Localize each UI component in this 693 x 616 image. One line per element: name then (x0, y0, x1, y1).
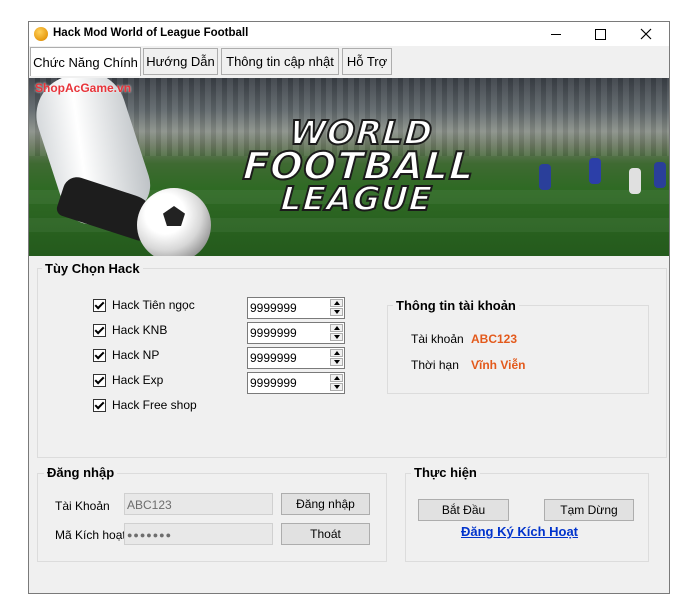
term-label: Thời hạn (411, 358, 459, 372)
stepper-down-button[interactable] (330, 333, 343, 341)
checkbox-label: Hack Tiên ngọc (112, 298, 195, 312)
stepper-down-button[interactable] (330, 358, 343, 366)
window-title: Hack Mod World of League Football (53, 27, 249, 39)
tab-update-info[interactable]: Thông tin cập nhật (221, 48, 339, 75)
tab-strip: Chức Năng Chính Hướng Dẫn Thông tin cập … (29, 47, 669, 77)
minimize-button[interactable] (533, 22, 578, 46)
number-stepper[interactable]: 9999999 (247, 297, 345, 319)
maximize-icon (595, 28, 606, 40)
tab-main-functions[interactable]: Chức Năng Chính (30, 47, 141, 76)
arrow-down-icon (333, 310, 340, 314)
logo-line-3: LEAGUE (279, 178, 435, 219)
stepper-down-button[interactable] (330, 383, 343, 391)
close-icon (640, 28, 651, 40)
term-value: Vĩnh Viễn (471, 358, 526, 372)
stepper-value[interactable]: 9999999 (250, 326, 297, 340)
arrow-down-icon (333, 385, 340, 389)
register-activation-link[interactable]: Đăng Ký Kích Hoạt (461, 524, 578, 539)
actions-title: Thực hiện (411, 465, 480, 480)
arrow-down-icon (333, 335, 340, 339)
maximize-button[interactable] (578, 22, 623, 46)
football-icon (137, 188, 211, 256)
account-label: Tài khoản (411, 332, 464, 346)
app-icon (34, 27, 48, 41)
watermark-logo: ShopAcGame.vn (35, 81, 132, 95)
login-title: Đăng nhập (44, 465, 118, 480)
account-field[interactable]: ABC123 (124, 493, 273, 515)
activation-code-label: Mã Kích hoạt (55, 528, 126, 542)
checkbox[interactable] (93, 323, 106, 337)
checkbox-row[interactable]: Hack Tiên ngọc (93, 297, 195, 313)
tab-guide[interactable]: Hướng Dẫn (143, 48, 218, 75)
checkbox-label: Hack KNB (112, 323, 168, 337)
banner-image: ShopAcGame.vn WORLD FOOTBALL LEAGUE (29, 78, 669, 256)
arrow-up-icon (333, 326, 340, 330)
checkbox-label: Hack Exp (112, 373, 164, 387)
start-button[interactable]: Bắt Đầu (418, 499, 509, 521)
stepper-value[interactable]: 9999999 (250, 351, 297, 365)
minimize-icon (550, 33, 561, 35)
account-value: ABC123 (471, 332, 518, 346)
activation-code-field[interactable]: ●●●●●●● (124, 523, 273, 545)
stepper-up-button[interactable] (330, 299, 343, 307)
close-button[interactable] (623, 22, 668, 46)
pause-button[interactable]: Tạm Dừng (544, 499, 634, 521)
arrow-up-icon (333, 351, 340, 355)
player-figure (539, 164, 551, 190)
checkbox[interactable] (93, 298, 106, 312)
stepper-up-button[interactable] (330, 349, 343, 357)
stepper-value[interactable]: 9999999 (250, 301, 297, 315)
arrow-up-icon (333, 301, 340, 305)
player-figure (589, 158, 601, 184)
checkbox-row[interactable]: Hack Exp (93, 372, 163, 388)
stepper-up-button[interactable] (330, 324, 343, 332)
login-group (37, 473, 387, 562)
checkbox-row[interactable]: Hack KNB (93, 322, 167, 338)
tab-support[interactable]: Hỗ Trợ (342, 48, 392, 75)
number-stepper[interactable]: 9999999 (247, 322, 345, 344)
arrow-up-icon (333, 376, 340, 380)
account-info-group (387, 305, 649, 394)
player-figure (654, 162, 666, 188)
game-logo: WORLD FOOTBALL LEAGUE (226, 112, 493, 219)
checkbox-row[interactable]: Hack NP (93, 347, 159, 363)
login-button[interactable]: Đăng nhập (281, 493, 370, 515)
player-figure (629, 168, 641, 194)
stepper-up-button[interactable] (330, 374, 343, 382)
checkbox[interactable] (93, 348, 106, 362)
checkbox-row[interactable]: Hack Free shop (93, 397, 197, 413)
login-account-label: Tài Khoản (55, 499, 110, 513)
title-bar: Hack Mod World of League Football (29, 22, 669, 46)
account-info-title: Thông tin tài khoản (393, 298, 519, 313)
checkbox-label: Hack NP (112, 348, 160, 362)
arrow-down-icon (333, 360, 340, 364)
stepper-value[interactable]: 9999999 (250, 376, 297, 390)
stepper-down-button[interactable] (330, 308, 343, 316)
number-stepper[interactable]: 9999999 (247, 347, 345, 369)
checkbox-label: Hack Free shop (112, 398, 197, 412)
number-stepper[interactable]: 9999999 (247, 372, 345, 394)
hack-options-title: Tùy Chọn Hack (42, 261, 143, 276)
exit-button[interactable]: Thoát (281, 523, 370, 545)
app-window: Hack Mod World of League Football Chức N… (28, 21, 670, 594)
checkbox[interactable] (93, 373, 106, 387)
checkbox[interactable] (93, 398, 106, 412)
